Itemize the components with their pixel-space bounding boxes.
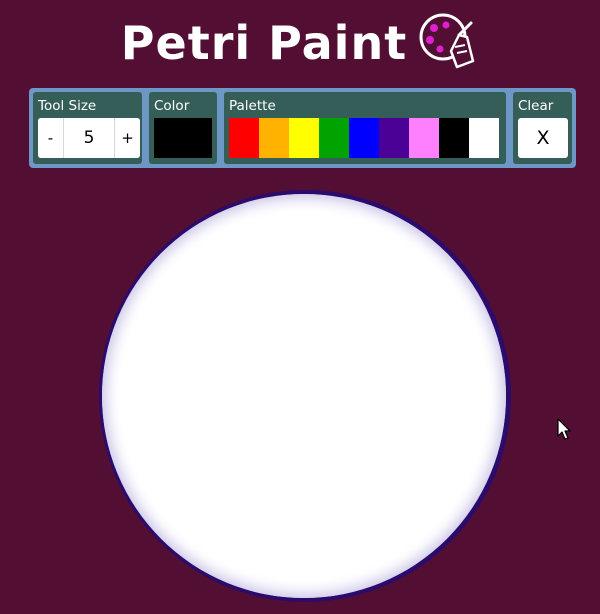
petri-dish-rim: [99, 190, 511, 602]
header: Petri Paint: [0, 8, 600, 78]
palette-swatch[interactable]: [349, 118, 379, 158]
increase-size-button[interactable]: +: [114, 118, 140, 158]
palette-swatch[interactable]: [439, 118, 469, 158]
palette-panel: Palette: [224, 92, 506, 164]
clear-button[interactable]: X: [518, 118, 568, 158]
palette-swatch[interactable]: [259, 118, 289, 158]
tool-size-stepper: - 5 +: [38, 118, 140, 158]
tool-size-value[interactable]: 5: [64, 118, 114, 158]
tool-size-panel: Tool Size - 5 +: [33, 92, 142, 164]
palette-swatch[interactable]: [379, 118, 409, 158]
decrease-size-button[interactable]: -: [38, 118, 64, 158]
tool-size-label: Tool Size: [38, 98, 97, 114]
palette-swatch[interactable]: [469, 118, 499, 158]
palette-swatches: [229, 118, 501, 158]
app-title: Petri Paint: [120, 16, 408, 70]
palette-swatch[interactable]: [319, 118, 349, 158]
arrow-cursor-icon: [557, 418, 571, 440]
clear-panel: Clear X: [513, 92, 572, 164]
palette-label: Palette: [229, 98, 276, 114]
palette-swatch[interactable]: [289, 118, 319, 158]
toolbar: Tool Size - 5 + Color Palette Clear X: [29, 88, 576, 168]
paint-canvas[interactable]: [102, 194, 506, 598]
current-color-swatch[interactable]: [154, 118, 212, 158]
palette-swatch[interactable]: [229, 118, 259, 158]
clear-label: Clear: [518, 98, 554, 114]
palette-with-hand-icon: [419, 13, 475, 69]
color-label: Color: [154, 98, 190, 114]
palette-swatch[interactable]: [409, 118, 439, 158]
color-panel: Color: [149, 92, 217, 164]
